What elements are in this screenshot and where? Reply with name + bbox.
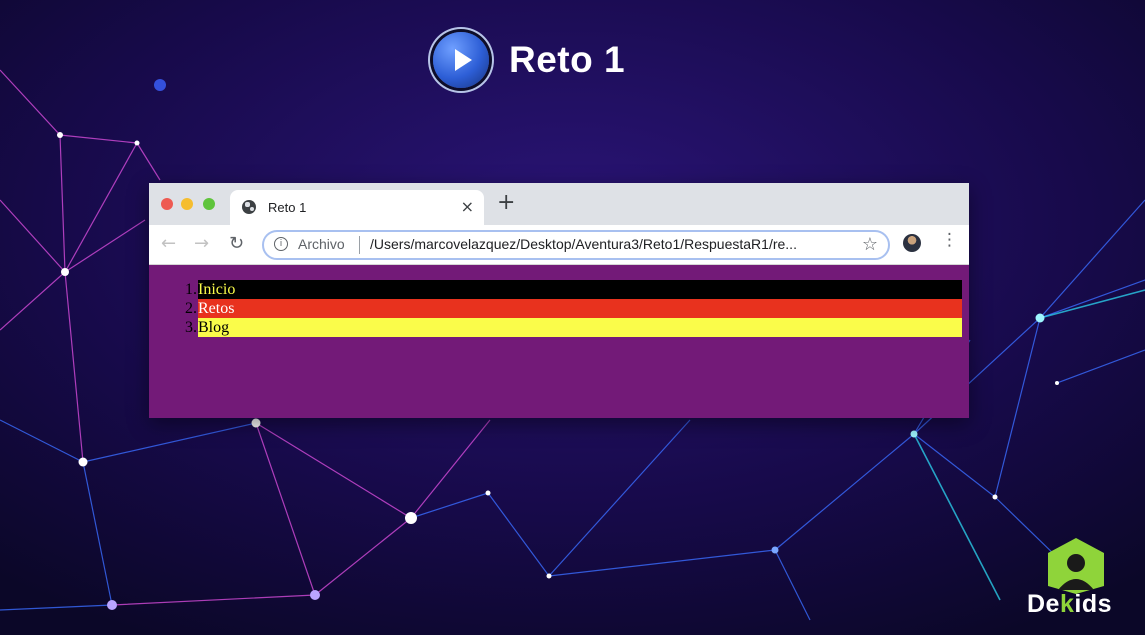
browser-toolbar: ← → ↻ i Archivo /Users/marcovelazquez/De… xyxy=(149,225,969,265)
slide-title-text: Reto 1 xyxy=(509,39,626,80)
brand-name-a: De xyxy=(1027,590,1060,618)
list-item-number: 1. xyxy=(185,281,197,298)
brand-name: Dekids xyxy=(1027,590,1112,619)
close-tab-icon[interactable]: × xyxy=(461,197,474,216)
new-tab-button[interactable]: + xyxy=(497,192,515,214)
list-item-blog: Blog xyxy=(198,318,962,337)
address-bar[interactable]: i Archivo /Users/marcovelazquez/Desktop/… xyxy=(262,230,890,260)
play-icon xyxy=(433,32,489,88)
tab-reto-1[interactable]: Reto 1 × xyxy=(230,190,484,225)
reload-button[interactable]: ↻ xyxy=(229,233,244,254)
slide-title: Reto 1 xyxy=(433,31,625,89)
address-separator xyxy=(359,236,360,254)
security-label: Archivo xyxy=(298,236,345,252)
page-content: 1. Inicio 2. Retos 3. Blog xyxy=(149,265,969,337)
back-button[interactable]: ← xyxy=(161,233,176,254)
profile-avatar[interactable] xyxy=(903,234,921,252)
info-icon[interactable]: i xyxy=(274,237,288,251)
tab-title: Reto 1 xyxy=(268,200,307,215)
list-item-retos: Retos xyxy=(198,299,962,318)
list-item: 3. Blog xyxy=(149,318,969,337)
window-minimize-button[interactable] xyxy=(181,198,193,210)
list-item-number: 2. xyxy=(185,300,197,317)
list-item-inicio: Inicio xyxy=(198,280,962,299)
list-item: 1. Inicio xyxy=(149,280,969,299)
list-item: 2. Retos xyxy=(149,299,969,318)
brand-name-b: ids xyxy=(1074,590,1112,618)
brand-name-k: k xyxy=(1059,590,1075,618)
globe-icon xyxy=(242,200,256,214)
bookmark-star-icon[interactable]: ☆ xyxy=(862,234,878,255)
list-item-number: 3. xyxy=(185,319,197,336)
browser-menu-icon[interactable]: ⋮ xyxy=(941,232,958,249)
forward-button[interactable]: → xyxy=(194,233,209,254)
url-text[interactable]: /Users/marcovelazquez/Desktop/Aventura3/… xyxy=(370,236,850,252)
window-close-button[interactable] xyxy=(161,198,173,210)
tab-bar: Reto 1 × + xyxy=(149,183,969,225)
browser-window: Reto 1 × + ← → ↻ i Archivo /Users/marcov… xyxy=(149,183,969,418)
window-maximize-button[interactable] xyxy=(203,198,215,210)
